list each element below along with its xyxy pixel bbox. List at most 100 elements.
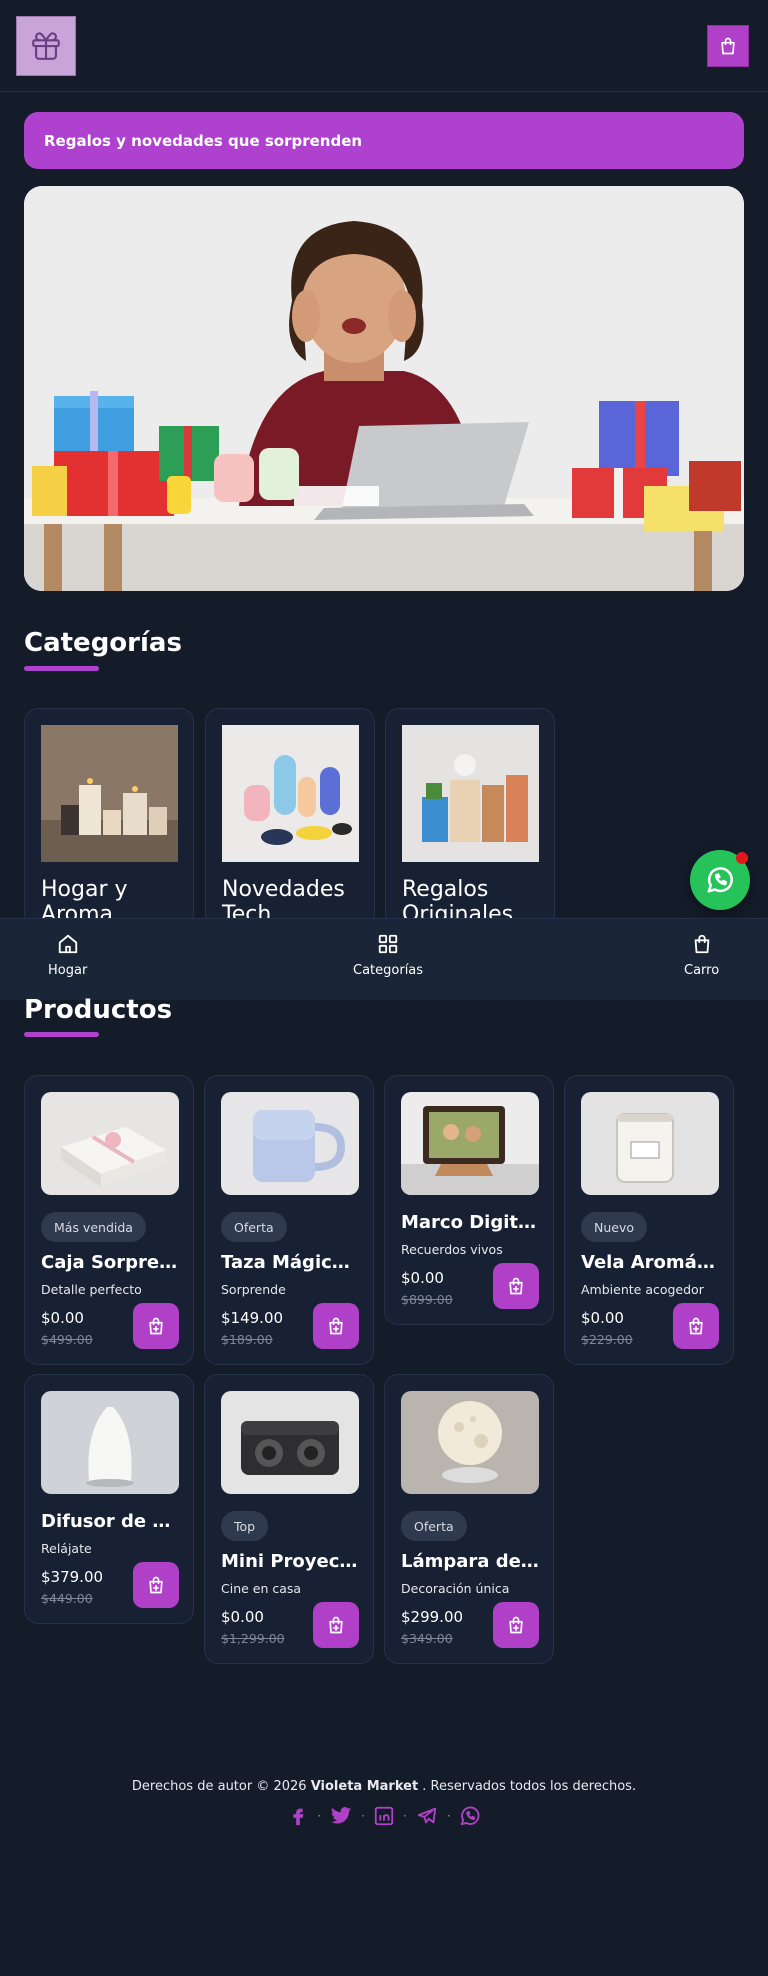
product-old-price: $499.00 (41, 1332, 93, 1347)
shopping-bag-icon (721, 37, 735, 55)
nav-item-carro[interactable]: Carro (684, 933, 719, 978)
product-price: $299.00 (401, 1608, 464, 1626)
facebook-icon[interactable] (287, 1805, 309, 1827)
product-old-price: $899.00 (401, 1292, 453, 1307)
product-subtitle: Decoración única (401, 1581, 510, 1596)
nav-label: Carro (684, 963, 720, 978)
nav-item-hogar[interactable]: Hogar (48, 933, 87, 978)
product-price: $0.00 (41, 1309, 84, 1327)
product-name: Difusor de Ar... (41, 1511, 181, 1532)
notification-dot (736, 852, 748, 864)
linkedin-icon[interactable] (373, 1805, 395, 1827)
product-image (581, 1092, 719, 1195)
product-card[interactable]: Marco Digital ... Recuerdos vivos $0.00 … (384, 1075, 554, 1325)
product-subtitle: Recuerdos vivos (401, 1242, 503, 1257)
twitter-icon[interactable] (329, 1805, 353, 1827)
hero-image (24, 186, 744, 591)
product-subtitle: Cine en casa (221, 1581, 302, 1596)
products-title: Productos (24, 995, 173, 1025)
product-badge: Más vendida (41, 1212, 146, 1242)
bag-plus-icon (149, 1576, 163, 1594)
bag-plus-icon (689, 1317, 703, 1335)
header (0, 0, 768, 92)
product-card[interactable]: Top Mini Proyecto... Cine en casa $0.00 … (204, 1374, 374, 1664)
add-to-cart-button[interactable] (493, 1263, 539, 1309)
add-to-cart-button[interactable] (313, 1602, 359, 1648)
product-card[interactable]: Nuevo Vela Aromátic... Ambiente acogedor… (564, 1075, 734, 1365)
product-price: $0.00 (221, 1608, 264, 1626)
add-to-cart-button[interactable] (493, 1602, 539, 1648)
product-name: Vela Aromátic... (581, 1252, 721, 1273)
product-old-price: $349.00 (401, 1631, 453, 1646)
add-to-cart-button[interactable] (133, 1303, 179, 1349)
home-icon (58, 934, 77, 954)
product-image (221, 1391, 359, 1494)
product-old-price: $229.00 (581, 1332, 633, 1347)
title-underline (24, 666, 99, 671)
category-image (402, 725, 539, 862)
product-old-price: $449.00 (41, 1591, 93, 1606)
cart-button[interactable] (707, 25, 749, 67)
product-name: Lámpara de L... (401, 1551, 541, 1572)
product-image (401, 1092, 539, 1195)
product-card[interactable]: Oferta Lámpara de L... Decoración única … (384, 1374, 554, 1664)
bag-plus-icon (509, 1277, 523, 1295)
promo-banner-text: Regalos y novedades que sorprenden (44, 131, 363, 150)
product-badge: Nuevo (581, 1212, 648, 1242)
add-to-cart-button[interactable] (133, 1562, 179, 1608)
category-image (222, 725, 359, 862)
product-image (41, 1092, 179, 1195)
nav-label: Hogar (48, 963, 88, 978)
category-card-originales[interactable]: Regalos Originales (385, 708, 555, 928)
bag-plus-icon (509, 1616, 523, 1634)
category-card-hogar[interactable]: Hogar y Aroma (24, 708, 194, 928)
promo-banner: Regalos y novedades que sorprenden (24, 112, 744, 169)
product-card[interactable]: Difusor de Ar... Relájate $379.00 $449.0… (24, 1374, 194, 1624)
whatsapp-icon (707, 867, 733, 893)
categories-title: Categorías (24, 628, 182, 658)
product-old-price: $1,299.00 (221, 1631, 285, 1646)
nav-item-categorias[interactable]: Categorías (353, 933, 423, 978)
product-card[interactable]: Más vendida Caja Sorpresa... Detalle per… (24, 1075, 194, 1365)
product-price: $0.00 (581, 1309, 624, 1327)
nav-label: Categorías (353, 963, 424, 978)
product-image (41, 1391, 179, 1494)
gift-icon (32, 32, 60, 60)
product-name: Marco Digital ... (401, 1212, 541, 1233)
shopping-bag-icon (694, 934, 709, 954)
whatsapp-icon[interactable] (459, 1805, 481, 1827)
telegram-icon[interactable] (415, 1805, 439, 1827)
product-badge: Top (221, 1511, 269, 1541)
bag-plus-icon (329, 1317, 343, 1335)
product-subtitle: Relájate (41, 1541, 92, 1556)
product-image (401, 1391, 539, 1494)
footer-suffix: . Reservados todos los derechos. (422, 1779, 637, 1794)
footer-brand[interactable]: Violeta Market (311, 1779, 418, 1794)
category-image (41, 725, 178, 862)
category-card-tech[interactable]: Novedades Tech (205, 708, 375, 928)
product-badge: Oferta (221, 1212, 287, 1242)
logo[interactable] (16, 16, 76, 76)
product-image (221, 1092, 359, 1195)
separator: · (403, 1809, 407, 1823)
product-subtitle: Ambiente acogedor (581, 1282, 704, 1297)
product-price: $149.00 (221, 1309, 284, 1327)
footer-prefix: Derechos de autor © 2026 (131, 1779, 307, 1794)
product-name: Caja Sorpresa... (41, 1252, 181, 1273)
add-to-cart-button[interactable] (313, 1303, 359, 1349)
product-subtitle: Sorprende (221, 1282, 286, 1297)
footer-copyright: Derechos de autor © 2026 Violeta Market … (0, 1779, 768, 1794)
bottom-navigation: Hogar Categorías Carro (0, 918, 768, 1000)
bag-plus-icon (149, 1317, 163, 1335)
separator: · (446, 1809, 451, 1823)
product-card[interactable]: Oferta Taza Mágica q... Sorprende $149.0… (204, 1075, 374, 1365)
bag-plus-icon (329, 1616, 343, 1634)
product-name: Mini Proyecto... (221, 1551, 361, 1572)
product-price: $379.00 (41, 1568, 104, 1586)
separator: · (361, 1809, 365, 1823)
title-underline (24, 1032, 99, 1037)
social-links: · · · · (0, 1805, 768, 1827)
add-to-cart-button[interactable] (673, 1303, 719, 1349)
product-name: Taza Mágica q... (221, 1252, 361, 1273)
product-price: $0.00 (401, 1269, 444, 1287)
